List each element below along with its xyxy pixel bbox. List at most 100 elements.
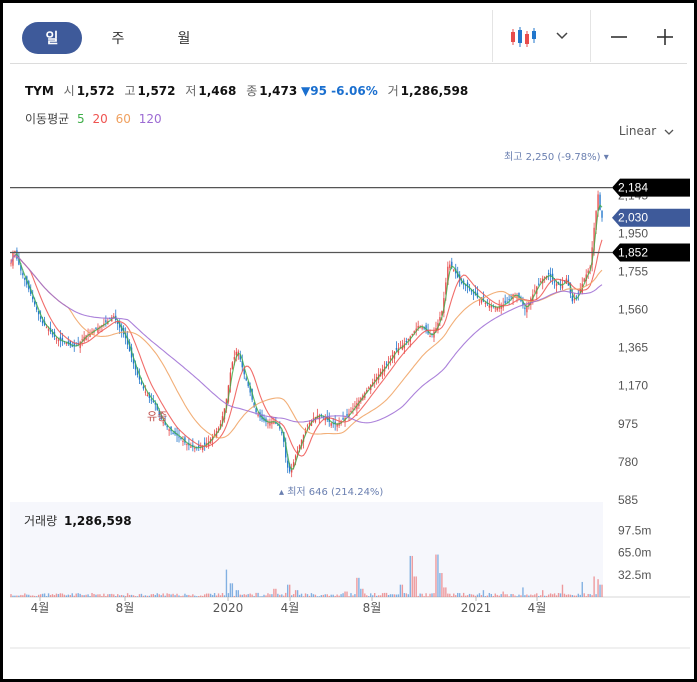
volume-bar: [565, 594, 568, 597]
volume-bar: [597, 579, 599, 597]
volume-bar: [101, 595, 103, 597]
volume-bar: [275, 588, 277, 597]
volume-bar: [277, 593, 279, 597]
volume-bar: [308, 595, 311, 597]
volume-bar: [289, 584, 291, 597]
volume-bar: [389, 594, 392, 597]
volume-bar: [502, 591, 504, 597]
volume-bar: [403, 593, 406, 597]
candle-body: [168, 429, 170, 431]
volume-bar: [589, 594, 591, 597]
volume-bar: [239, 594, 241, 597]
volume-bar: [83, 595, 85, 597]
time-tick-label: 8월: [116, 601, 135, 615]
volume-bar: [344, 591, 346, 597]
volume-bar: [61, 593, 64, 597]
volume-bar: [294, 590, 297, 597]
volume-bar: [449, 593, 451, 597]
volume-bar: [279, 594, 281, 597]
volume-bar: [447, 593, 449, 597]
volume-bar: [518, 594, 520, 597]
volume-bar: [395, 594, 398, 597]
candle-body: [35, 307, 38, 310]
volume-bar: [397, 594, 400, 597]
candle-body: [146, 394, 149, 396]
volume-bar: [514, 595, 516, 597]
candle-body: [429, 336, 431, 338]
volume-bar: [37, 594, 40, 597]
volume-bar: [441, 573, 443, 597]
volume-bar: [30, 595, 32, 597]
price-tick-label: 585: [618, 493, 638, 507]
candle-body: [306, 425, 309, 427]
volume-bar: [583, 593, 585, 597]
candle-body: [575, 296, 578, 298]
volume-bar: [409, 555, 411, 597]
time-tick-label: 2021: [461, 601, 492, 615]
volume-bar: [79, 593, 81, 597]
volume-bar: [512, 594, 514, 597]
volume-bar: [508, 596, 510, 597]
volume-bar: [283, 595, 285, 597]
volume-bar: [385, 592, 388, 597]
volume-bar: [105, 596, 107, 597]
volume-bar: [93, 593, 95, 597]
price-tick-label: 1,950: [618, 226, 648, 240]
volume-bar: [356, 577, 358, 597]
volume-bar: [405, 593, 408, 597]
volume-bar: [437, 554, 439, 597]
volume-bar: [532, 595, 534, 597]
volume-bar: [480, 595, 483, 597]
svg-text:1,852: 1,852: [618, 246, 648, 260]
volume-bar: [302, 596, 305, 597]
volume-bar: [488, 592, 491, 597]
candle-body: [267, 422, 269, 424]
candle-body: [354, 405, 356, 407]
volume-bar: [223, 595, 226, 597]
volume-bar: [496, 594, 498, 597]
price-tick-label: 1,755: [618, 264, 648, 278]
candle-body: [47, 329, 50, 331]
volume-bar: [350, 593, 352, 597]
volume-bar: [243, 594, 245, 597]
candle-body: [453, 269, 455, 271]
volume-bar: [109, 594, 111, 597]
volume-bar: [401, 584, 404, 597]
candle-body: [352, 408, 354, 410]
volume-bar: [466, 595, 469, 597]
volume-bar: [12, 595, 14, 597]
volume-bar: [374, 593, 376, 597]
volume-bar: [573, 595, 576, 597]
volume-bar: [65, 595, 68, 597]
volume-bar: [182, 595, 184, 597]
volume-bar: [59, 593, 62, 597]
candle-body: [346, 414, 348, 416]
volume-bar: [32, 595, 34, 597]
volume-bar: [417, 595, 419, 597]
volume-bar: [577, 593, 579, 597]
candle-body: [55, 338, 58, 340]
volume-bar: [524, 595, 526, 597]
volume-tick-label: 32.5m: [618, 568, 651, 582]
candle-body: [95, 327, 97, 329]
volume-value: 1,286,598: [64, 514, 132, 528]
volume-bar: [16, 595, 18, 597]
volume-bar: [22, 595, 24, 597]
volume-bar: [211, 595, 214, 597]
volume-bar: [338, 595, 340, 597]
volume-bar: [53, 595, 56, 597]
volume-bar: [421, 593, 423, 597]
ma120-line: [10, 254, 603, 424]
price-chart[interactable]: 2,1451,9501,7551,5601,3651,1709757805852…: [0, 0, 697, 682]
volume-tick-label: 97.5m: [618, 523, 651, 537]
volume-bar: [249, 593, 251, 597]
candle-body: [140, 382, 143, 385]
volume-bar: [174, 595, 176, 597]
volume-bar: [150, 594, 153, 597]
volume-bar: [520, 595, 522, 597]
volume-bar: [281, 594, 283, 597]
candle-body: [150, 399, 153, 401]
volume-bar: [316, 596, 319, 597]
event-annotation: 유증: [147, 410, 167, 423]
volume-bar: [184, 593, 186, 597]
